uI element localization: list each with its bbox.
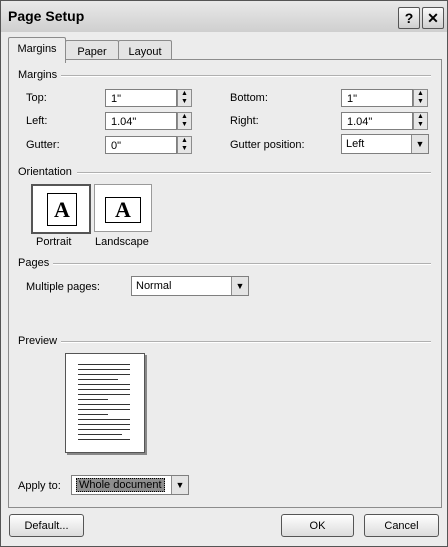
pages-heading: Pages bbox=[18, 257, 50, 269]
preview-line bbox=[78, 434, 122, 435]
bottom-label: Bottom: bbox=[230, 92, 268, 104]
top-label: Top: bbox=[26, 92, 47, 104]
preview-line bbox=[78, 439, 130, 440]
dialog-title: Page Setup bbox=[8, 8, 85, 24]
preview-divider bbox=[61, 341, 431, 343]
ok-button[interactable]: OK bbox=[281, 514, 354, 537]
gutter-position-value: Left bbox=[346, 138, 365, 150]
preview-line bbox=[78, 369, 130, 370]
help-button[interactable]: ? bbox=[398, 7, 420, 29]
preview-heading: Preview bbox=[18, 335, 58, 347]
right-margin-input[interactable]: 1.04" bbox=[341, 112, 413, 130]
margins-divider bbox=[61, 75, 431, 77]
chevron-down-icon[interactable]: ▼ bbox=[231, 277, 248, 295]
preview-line bbox=[78, 414, 108, 415]
chevron-down-icon[interactable]: ▼ bbox=[411, 135, 428, 153]
preview-line bbox=[78, 409, 130, 410]
portrait-page-icon: A bbox=[47, 193, 77, 226]
gutter-position-label: Gutter position: bbox=[230, 139, 305, 151]
preview-line bbox=[78, 374, 130, 375]
preview-line bbox=[78, 419, 130, 420]
orientation-divider bbox=[77, 172, 431, 174]
preview-line bbox=[78, 424, 130, 425]
pages-divider bbox=[53, 263, 431, 265]
margins-heading: Margins bbox=[18, 69, 58, 81]
portrait-option[interactable]: A bbox=[31, 184, 91, 234]
left-margin-input[interactable]: 1.04" bbox=[105, 112, 177, 130]
multiple-pages-value: Normal bbox=[136, 280, 172, 292]
preview-line bbox=[78, 399, 108, 400]
gutter-label: Gutter: bbox=[26, 139, 60, 151]
page-setup-dialog: Page Setup ? ✕ Margins Paper Layout Marg… bbox=[0, 0, 448, 547]
right-label: Right: bbox=[230, 115, 259, 127]
default-button[interactable]: Default... bbox=[9, 514, 84, 537]
preview-line bbox=[78, 429, 130, 430]
preview-line bbox=[78, 379, 118, 380]
left-label: Left: bbox=[26, 115, 48, 127]
cancel-button[interactable]: Cancel bbox=[364, 514, 439, 537]
gutter-input[interactable]: 0" bbox=[105, 136, 177, 154]
gutter-spin-arrows-icon[interactable]: ▲ ▼ bbox=[177, 136, 192, 154]
top-spin-arrows-icon[interactable]: ▲ ▼ bbox=[177, 89, 192, 107]
right-spin-arrows-icon[interactable]: ▲ ▼ bbox=[413, 112, 428, 130]
left-spin-arrows-icon[interactable]: ▲ ▼ bbox=[177, 112, 192, 130]
close-button[interactable]: ✕ bbox=[422, 7, 444, 29]
orientation-heading: Orientation bbox=[18, 166, 72, 178]
multiple-pages-select[interactable]: Normal ▼ bbox=[131, 276, 249, 296]
gutter-position-select[interactable]: Left ▼ bbox=[341, 134, 429, 154]
top-margin-input[interactable]: 1" bbox=[105, 89, 177, 107]
preview-page bbox=[65, 353, 145, 453]
chevron-down-icon[interactable]: ▼ bbox=[171, 476, 188, 494]
tab-margins[interactable]: Margins bbox=[8, 37, 66, 63]
apply-to-select[interactable]: Whole document ▼ bbox=[71, 475, 189, 495]
apply-to-value: Whole document bbox=[76, 478, 165, 492]
bottom-spin-arrows-icon[interactable]: ▲ ▼ bbox=[413, 89, 428, 107]
bottom-margin-input[interactable]: 1" bbox=[341, 89, 413, 107]
portrait-label: Portrait bbox=[36, 236, 72, 248]
landscape-page-icon: A bbox=[105, 197, 141, 223]
preview-line bbox=[78, 389, 130, 390]
multiple-pages-label: Multiple pages: bbox=[26, 281, 100, 293]
preview-line bbox=[78, 394, 130, 395]
apply-to-label: Apply to: bbox=[18, 480, 61, 492]
title-bar: Page Setup ? ✕ bbox=[1, 1, 447, 32]
landscape-option[interactable]: A bbox=[94, 184, 152, 232]
landscape-label: Landscape bbox=[95, 236, 149, 248]
preview-line bbox=[78, 404, 130, 405]
preview-line bbox=[78, 364, 130, 365]
preview-line bbox=[78, 384, 130, 385]
